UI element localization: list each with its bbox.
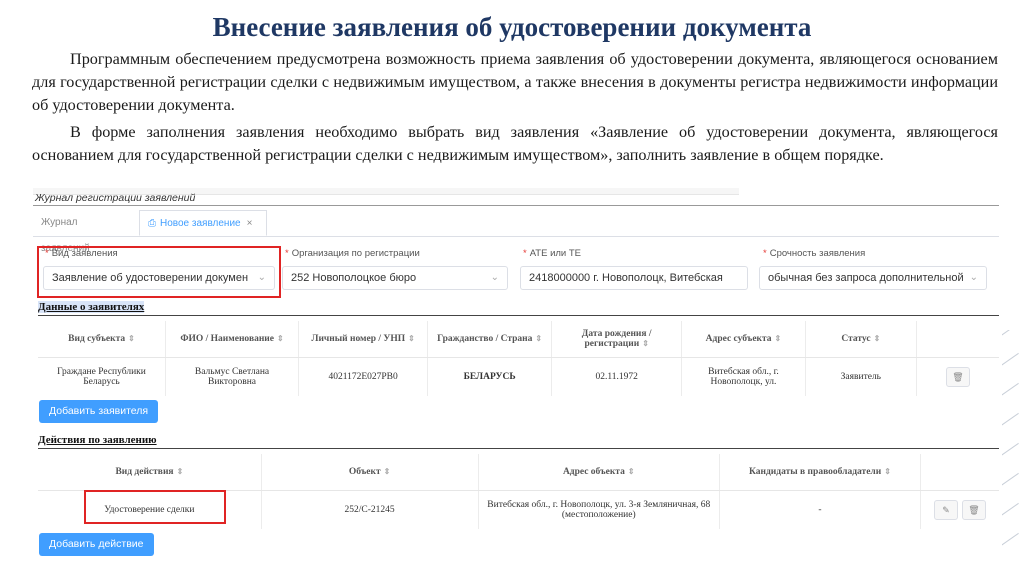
column-header-actions	[916, 321, 999, 358]
sort-icon[interactable]: ⇕	[775, 334, 782, 343]
close-icon[interactable]: ×	[247, 218, 253, 229]
app-screenshot: Журнал регистрации заявлений Журнал заяв…	[33, 188, 999, 572]
organization-select[interactable]: 252 Новополоцкое бюро ⌄	[282, 266, 508, 290]
column-header: ФИО / Наименование ⇕	[164, 321, 299, 358]
edit-icon[interactable]: ✎	[934, 500, 958, 520]
column-header: Гражданство / Страна ⇕	[427, 321, 552, 358]
urgency-select[interactable]: обычная без запроса дополнительной ⌄	[759, 266, 987, 290]
trash-icon[interactable]: 🗑	[946, 367, 971, 387]
divider	[38, 315, 999, 316]
sort-icon[interactable]: ⇕	[128, 334, 135, 343]
column-header: Объект ⇕	[260, 454, 479, 491]
column-header: Вид субъекта ⇕	[38, 321, 166, 358]
field-label-ate: * АТЕ или ТЕ	[523, 248, 582, 259]
journal-title: Журнал регистрации заявлений	[35, 192, 196, 204]
column-header: Дата рождения / регистрации ⇕	[551, 321, 682, 358]
cell-address: Витебская обл., г. Новополоцк, ул.	[681, 357, 806, 396]
column-header: Вид действия ⇕	[38, 454, 262, 491]
cell-object: 252/С-21245	[260, 490, 479, 529]
paragraph-1: Программным обеспечением предусмотрена в…	[32, 50, 998, 114]
sort-icon[interactable]: ⇕	[277, 334, 284, 343]
document-icon: ⎙	[148, 218, 156, 229]
sort-icon[interactable]: ⇕	[177, 467, 184, 476]
divider	[38, 448, 999, 449]
sort-icon[interactable]: ⇕	[384, 467, 391, 476]
column-header: Кандидаты в правообладатели ⇕	[718, 454, 921, 491]
column-header: Статус ⇕	[804, 321, 917, 358]
field-label-urgency: * Срочность заявления	[763, 248, 866, 259]
table-header-row: Вид действия ⇕ Объект ⇕ Адрес объекта ⇕ Кан…	[38, 454, 999, 491]
cell-name: Вальмус Светлана Викторовна	[164, 357, 299, 396]
chevron-down-icon: ⌄	[490, 272, 499, 283]
cell-object-address: Витебская обл., г. Новополоцк, ул. 3-я З…	[477, 490, 720, 529]
cell-birth-date: 02.11.1972	[551, 357, 682, 396]
trash-icon[interactable]: 🗑	[962, 500, 986, 520]
divider	[33, 205, 999, 206]
table-header-row: Вид субъекта ⇕ ФИО / Наименование ⇕ Личный…	[38, 321, 999, 358]
cell-personal-number: 4021172E027PB0	[298, 357, 428, 396]
add-action-button[interactable]: Добавить действие	[39, 533, 154, 556]
section-title-applicants: Данные о заявителях	[38, 301, 145, 313]
slide-title: Внесение заявления об удостоверении доку…	[212, 12, 812, 42]
tab-label: Новое заявление	[160, 218, 241, 229]
highlight-box	[84, 490, 226, 524]
add-applicant-button[interactable]: Добавить заявителя	[39, 400, 159, 423]
tab-bar: Журнал заявлений ⎙ Новое заявление ×	[33, 210, 999, 254]
field-label-org: * Организация по регистрации	[285, 248, 420, 259]
section-title-actions: Действия по заявлению	[38, 434, 157, 446]
paragraph-2: В форме заполнения заявления необходимо …	[32, 123, 998, 164]
cell-actions: ✎ 🗑	[920, 490, 999, 529]
column-header: Адрес объекта ⇕	[477, 454, 720, 491]
sort-icon[interactable]: ⇕	[642, 339, 649, 348]
decorative-lines	[1002, 330, 1024, 574]
sort-icon[interactable]: ⇕	[874, 334, 881, 343]
tab-journal[interactable]: Журнал заявлений	[33, 210, 135, 254]
cell-citizenship: БЕЛАРУСЬ	[427, 357, 552, 396]
applicants-table: Вид субъекта ⇕ ФИО / Наименование ⇕ Личный…	[38, 321, 999, 396]
tab-new-application[interactable]: ⎙ Новое заявление ×	[139, 210, 267, 236]
cell-actions: 🗑	[916, 357, 999, 396]
cell-candidates: -	[718, 490, 921, 529]
sort-icon[interactable]: ⇕	[884, 467, 891, 476]
cell-subject-type: Граждане Республики Беларусь	[57, 367, 146, 387]
sort-icon[interactable]: ⇕	[628, 467, 635, 476]
highlight-box	[37, 246, 281, 298]
table-row[interactable]: Граждане Республики Беларусь Вальмус Све…	[38, 357, 999, 396]
sort-icon[interactable]: ⇕	[535, 334, 542, 343]
chevron-down-icon: ⌄	[969, 272, 978, 283]
column-header: Адрес субъекта ⇕	[681, 321, 806, 358]
ate-input[interactable]: 2418000000 г. Новополоцк, Витебская	[520, 266, 748, 290]
cell-status: Заявитель	[804, 357, 917, 396]
column-header: Личный номер / УНП ⇕	[298, 321, 428, 358]
column-header-actions	[920, 454, 999, 491]
sort-icon[interactable]: ⇕	[408, 334, 415, 343]
